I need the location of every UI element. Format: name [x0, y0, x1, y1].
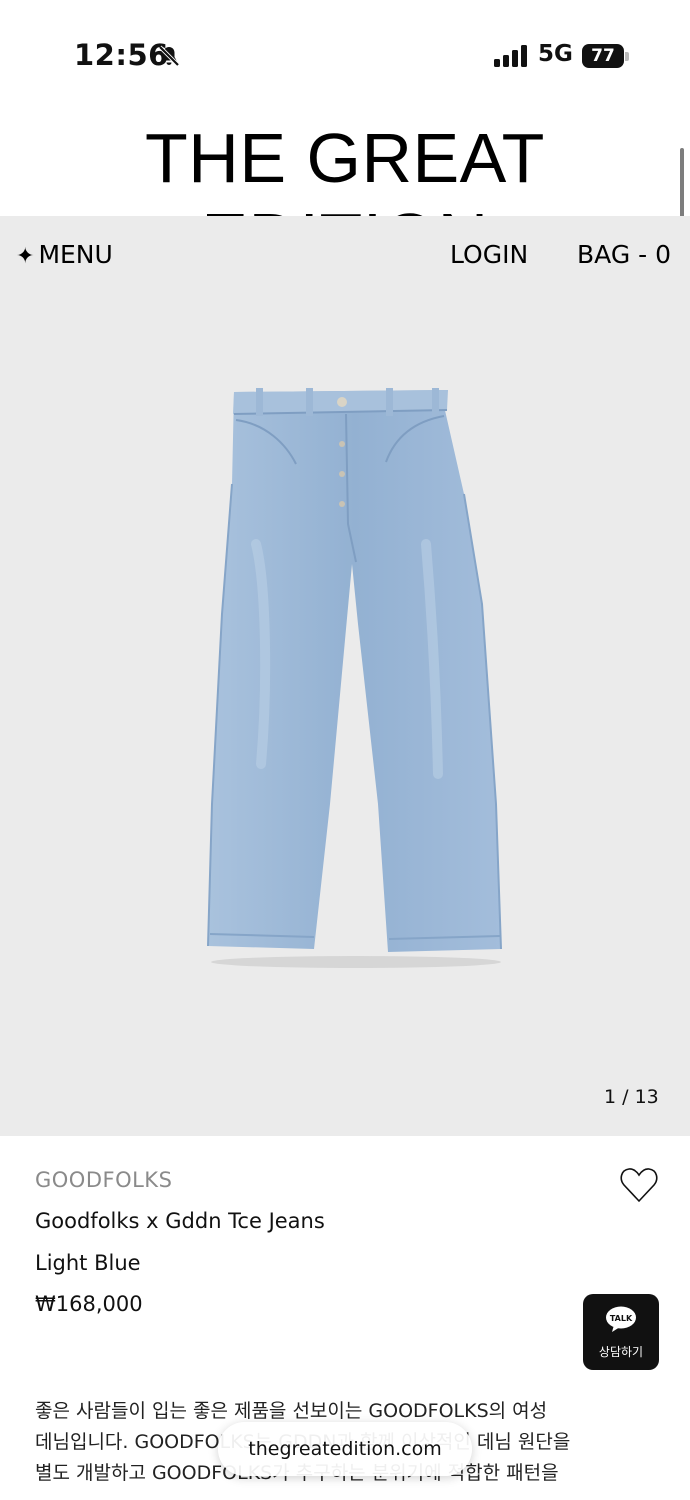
gallery-pager: 1 / 13 — [604, 1086, 659, 1108]
product-brand[interactable]: GOODFOLKS — [35, 1168, 172, 1192]
sparkle-icon: ✦ — [16, 244, 35, 269]
product-name: Goodfolks x Gddn Tce Jeans — [35, 1209, 325, 1233]
bell-muted-icon — [158, 45, 180, 67]
chat-label: 상담하기 — [598, 1345, 644, 1359]
cellular-signal-icon — [494, 45, 527, 67]
chat-bubble-icon: TALK — [606, 1306, 636, 1332]
bag-link[interactable]: BAG - 0 — [577, 240, 671, 269]
product-gallery[interactable]: ✦ MENU LOGIN BAG - 0 1 / 13 — [0, 216, 690, 1136]
talk-bubble-text: TALK — [610, 1314, 633, 1323]
login-link[interactable]: LOGIN — [450, 240, 528, 269]
kakao-talk-chat-button[interactable]: TALK 상담하기 — [583, 1294, 659, 1370]
product-price: ₩168,000 — [35, 1292, 143, 1316]
network-type: 5G — [538, 41, 573, 67]
battery-level: 77 — [582, 44, 624, 68]
product-image-jeans[interactable] — [196, 384, 516, 974]
status-time: 12:56 — [74, 38, 169, 72]
status-bar: 12:56 5G 77 — [0, 0, 690, 110]
browser-url-bar[interactable]: thegreatedition.com — [218, 1422, 472, 1476]
battery-tip — [625, 52, 629, 61]
menu-label: MENU — [38, 240, 113, 269]
product-color: Light Blue — [35, 1251, 141, 1275]
menu-button[interactable]: ✦ MENU — [16, 240, 113, 269]
battery-icon: 77 — [582, 44, 630, 68]
heart-icon[interactable] — [618, 1164, 660, 1206]
